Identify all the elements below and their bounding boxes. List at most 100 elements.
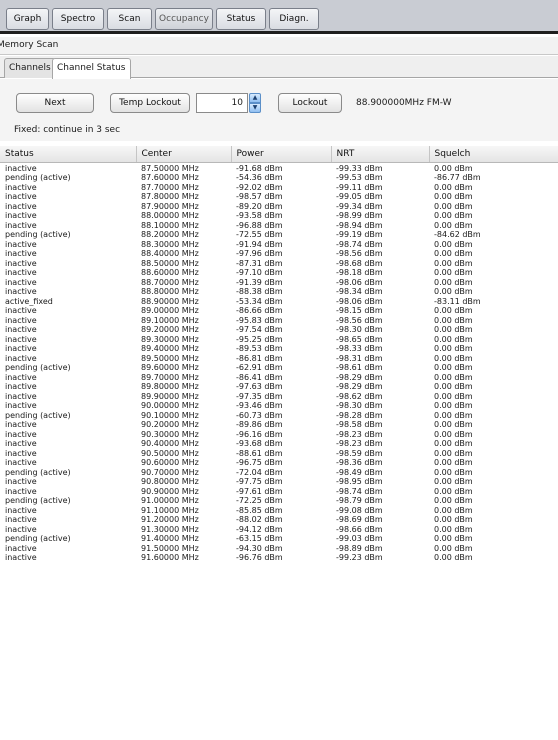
- table-row[interactable]: inactive 88.80000 MHz -88.38 dBm -98.34 dBm…: [0, 287, 558, 297]
- cell-squelch: 0.00 dBm: [434, 372, 473, 382]
- cell-nrt: -98.15 dBm: [336, 306, 383, 315]
- table-row[interactable]: pending (active) 88.20000 MHz -72.55 dBm -9…: [0, 230, 558, 240]
- table-row[interactable]: inactive 91.30000 MHz -94.12 dBm -98.66 dBm…: [0, 525, 558, 535]
- cell-status: inactive: [5, 239, 37, 249]
- tab-scan[interactable]: Scan: [107, 8, 152, 30]
- cell-nrt: -98.30 dBm: [336, 325, 383, 334]
- table-row[interactable]: inactive 89.10000 MHz -95.83 dBm -98.56 dBm…: [0, 316, 558, 326]
- table-row[interactable]: inactive 87.90000 MHz -89.20 dBm -99.34 dBm…: [0, 202, 558, 212]
- table-row[interactable]: inactive 90.20000 MHz -89.86 dBm -98.58 dBm…: [0, 420, 558, 430]
- cell-squelch: 0.00 dBm: [434, 486, 473, 496]
- table-row[interactable]: pending (active) 91.00000 MHz -72.25 dBm -9…: [0, 496, 558, 506]
- cell-squelch: 0.00 dBm: [434, 315, 473, 325]
- cell-status: inactive: [5, 553, 37, 562]
- table-row[interactable]: inactive 89.30000 MHz -95.25 dBm -98.65 dBm…: [0, 335, 558, 345]
- table-row[interactable]: active_fixed 88.90000 MHz -53.34 dBm -98.06…: [0, 297, 558, 307]
- temp-lockout-button[interactable]: Temp Lockout: [110, 93, 190, 113]
- table-row[interactable]: inactive 87.80000 MHz -98.57 dBm -99.05 dBm…: [0, 192, 558, 202]
- cell-status: inactive: [5, 420, 37, 429]
- column-header-power[interactable]: Power: [231, 146, 332, 163]
- tab-occupancy[interactable]: Occupancy: [155, 8, 213, 30]
- table-row[interactable]: inactive 89.50000 MHz -86.81 dBm -98.31 dBm…: [0, 354, 558, 364]
- lockout-seconds-input[interactable]: 10: [196, 93, 248, 113]
- column-header-squelch[interactable]: Squelch: [429, 146, 558, 163]
- cell-center: 91.10000 MHz: [141, 505, 199, 515]
- table-row[interactable]: pending (active) 90.10000 MHz -60.73 dBm -9…: [0, 411, 558, 421]
- arrow-up-icon[interactable]: ▲: [249, 93, 261, 103]
- lockout-seconds-stepper[interactable]: ▲ ▼: [249, 93, 261, 113]
- cell-center: 88.40000 MHz: [141, 249, 199, 258]
- next-button[interactable]: Next: [16, 93, 94, 113]
- tab-status[interactable]: Status: [216, 8, 266, 30]
- table-row[interactable]: inactive 88.30000 MHz -91.94 dBm -98.74 dBm…: [0, 240, 558, 250]
- table-row[interactable]: inactive 88.40000 MHz -97.96 dBm -98.56 dBm…: [0, 249, 558, 259]
- table-row[interactable]: inactive 91.50000 MHz -94.30 dBm -98.89 dBm…: [0, 544, 558, 554]
- cell-power: -86.66 dBm: [236, 306, 283, 315]
- cell-squelch: 0.00 dBm: [434, 334, 473, 344]
- cell-status: inactive: [5, 192, 37, 201]
- cell-squelch: 0.00 dBm: [434, 287, 473, 296]
- cell-status: inactive: [5, 249, 37, 258]
- table-row[interactable]: inactive 89.00000 MHz -86.66 dBm -98.15 dBm…: [0, 306, 558, 316]
- cell-squelch: 0.00 dBm: [434, 505, 473, 515]
- column-header-nrt[interactable]: NRT: [331, 146, 430, 163]
- table-row[interactable]: pending (active) 90.70000 MHz -72.04 dBm -9…: [0, 468, 558, 478]
- cell-status: inactive: [5, 372, 37, 382]
- table-row[interactable]: inactive 90.90000 MHz -97.61 dBm -98.74 dBm…: [0, 487, 558, 497]
- cell-nrt: -98.61 dBm: [336, 363, 383, 372]
- table-row[interactable]: inactive 88.10000 MHz -96.88 dBm -98.94 dBm…: [0, 221, 558, 231]
- tab-channel-status[interactable]: Channel Status: [52, 58, 131, 79]
- table-row[interactable]: inactive 89.90000 MHz -97.35 dBm -98.62 dBm…: [0, 392, 558, 402]
- table-row[interactable]: inactive 88.60000 MHz -97.10 dBm -98.18 dBm…: [0, 268, 558, 278]
- cell-center: 87.80000 MHz: [141, 192, 199, 201]
- tab-channels[interactable]: Channels: [4, 58, 56, 78]
- arrow-down-icon[interactable]: ▼: [249, 103, 261, 113]
- tab-spectro[interactable]: Spectro: [52, 8, 104, 30]
- cell-nrt: -98.58 dBm: [336, 420, 383, 429]
- table-row[interactable]: inactive 90.80000 MHz -97.75 dBm -98.95 dBm…: [0, 477, 558, 487]
- lockout-button[interactable]: Lockout: [278, 93, 342, 113]
- cell-squelch: 0.00 dBm: [434, 534, 473, 543]
- table-row[interactable]: inactive 90.60000 MHz -96.75 dBm -98.36 dBm…: [0, 458, 558, 468]
- table-row[interactable]: inactive 88.70000 MHz -91.39 dBm -98.06 dBm…: [0, 278, 558, 288]
- table-row[interactable]: inactive 87.50000 MHz -91.68 dBm -99.33 dBm…: [0, 162, 558, 173]
- column-header-center[interactable]: Center: [136, 146, 232, 163]
- cell-squelch: 0.00 dBm: [434, 353, 473, 363]
- cell-center: 90.80000 MHz: [141, 477, 199, 486]
- cell-status: active_fixed: [5, 296, 53, 306]
- column-header-status[interactable]: Status: [0, 146, 137, 163]
- cell-center: 90.00000 MHz: [141, 401, 199, 410]
- cell-power: -96.88 dBm: [236, 220, 283, 230]
- table-row[interactable]: inactive 90.50000 MHz -88.61 dBm -98.59 dBm…: [0, 449, 558, 459]
- table-row[interactable]: inactive 87.70000 MHz -92.02 dBm -99.11 dBm…: [0, 183, 558, 193]
- table-row[interactable]: inactive 90.40000 MHz -93.68 dBm -98.23 dBm…: [0, 439, 558, 449]
- table-row[interactable]: pending (active) 89.60000 MHz -62.91 dBm -9…: [0, 363, 558, 373]
- table-row[interactable]: inactive 89.70000 MHz -86.41 dBm -98.29 dBm…: [0, 373, 558, 383]
- table-row[interactable]: inactive 89.40000 MHz -89.53 dBm -98.33 dBm…: [0, 344, 558, 354]
- table-row[interactable]: inactive 91.20000 MHz -88.02 dBm -98.69 dBm…: [0, 515, 558, 525]
- table-row[interactable]: pending (active) 91.40000 MHz -63.15 dBm -9…: [0, 534, 558, 544]
- tab-graph[interactable]: Graph: [6, 8, 49, 30]
- table-row[interactable]: inactive 90.30000 MHz -96.16 dBm -98.23 dBm…: [0, 430, 558, 440]
- cell-status: pending (active): [5, 363, 71, 372]
- table-row[interactable]: inactive 91.60000 MHz -96.76 dBm -99.23 dBm…: [0, 553, 558, 563]
- table-row[interactable]: inactive 88.50000 MHz -87.31 dBm -98.68 dBm…: [0, 259, 558, 269]
- table-row[interactable]: inactive 89.20000 MHz -97.54 dBm -98.30 dBm…: [0, 325, 558, 335]
- cell-power: -92.02 dBm: [236, 182, 283, 192]
- cell-power: -95.83 dBm: [236, 315, 283, 325]
- table-row[interactable]: pending (active) 87.60000 MHz -54.36 dBm -9…: [0, 173, 558, 183]
- table-row[interactable]: inactive 91.10000 MHz -85.85 dBm -99.08 dBm…: [0, 506, 558, 516]
- table-row[interactable]: inactive 90.00000 MHz -93.46 dBm -98.30 dBm…: [0, 401, 558, 411]
- cell-power: -63.15 dBm: [236, 534, 283, 543]
- tab-diagn[interactable]: Diagn.: [269, 8, 319, 30]
- table-row[interactable]: inactive 88.00000 MHz -93.58 dBm -98.99 dBm…: [0, 211, 558, 221]
- cell-power: -98.57 dBm: [236, 192, 283, 201]
- cell-power: -88.38 dBm: [236, 287, 283, 296]
- table-header-row: Status Center Power NRT Squelch: [0, 146, 558, 163]
- cell-status: inactive: [5, 458, 37, 467]
- cell-status: inactive: [5, 401, 37, 410]
- cell-nrt: -98.56 dBm: [336, 249, 383, 258]
- cell-center: 89.00000 MHz: [141, 306, 199, 315]
- cell-power: -94.30 dBm: [236, 543, 283, 553]
- table-row[interactable]: inactive 89.80000 MHz -97.63 dBm -98.29 dBm…: [0, 382, 558, 392]
